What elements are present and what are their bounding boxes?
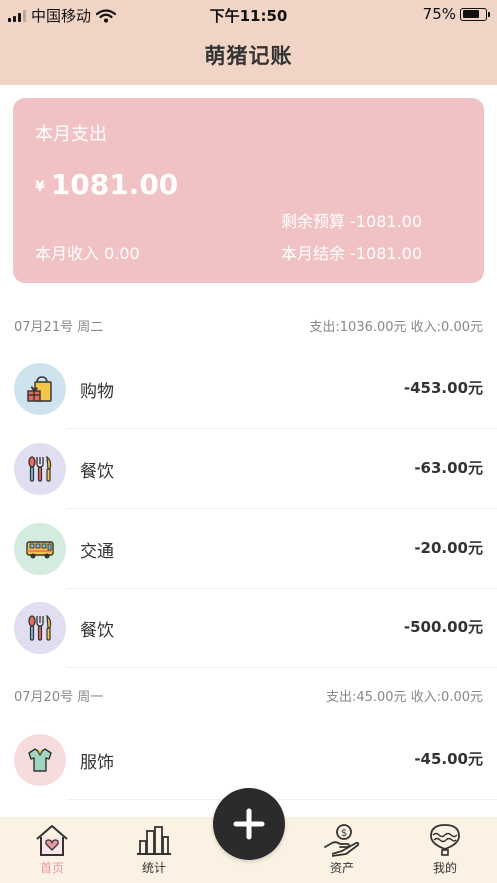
balloon-icon (430, 824, 460, 856)
battery-icon (460, 7, 490, 21)
monthly-income: 本月收入 0.00 (35, 244, 140, 263)
divider (66, 799, 497, 800)
tab-assets[interactable]: $ 资产 (302, 823, 382, 876)
currency-symbol: ¥ (35, 179, 45, 195)
chart-bars-icon (137, 826, 171, 855)
list-item[interactable]: 交通 -20.00元 (0, 509, 497, 589)
svg-text:$: $ (341, 828, 347, 839)
page-title: 萌猪记账 (204, 44, 293, 68)
home-icon (36, 825, 68, 856)
monthly-expense-amount: ¥1081.00 (35, 168, 178, 201)
day-date: 07月21号 周二 (14, 320, 104, 335)
tab-assets-label: 资产 (329, 861, 354, 875)
plus-icon (233, 808, 265, 840)
divider (66, 667, 497, 668)
day-date: 07月20号 周一 (14, 690, 104, 705)
remaining-budget: 剩余预算 -1081.00 (280, 212, 422, 231)
day-header: 07月21号 周二 支出:1036.00元 收入:0.00元 (0, 314, 497, 335)
utensils-icon (14, 443, 66, 495)
category-label: 餐饮 (80, 621, 114, 641)
add-record-button[interactable] (213, 788, 285, 860)
money-hand-icon: $ (324, 824, 360, 857)
expense-value: 1081.00 (50, 168, 179, 201)
shopping-bag-icon (14, 363, 66, 415)
category-label: 购物 (80, 382, 114, 402)
amount-label: -63.00元 (414, 459, 483, 477)
day-totals: 支出:1036.00元 收入:0.00元 (309, 320, 483, 335)
top-bar: 中国移动 下午11:50 75% 萌猪记账 (0, 0, 497, 85)
tab-home-label: 首页 (39, 861, 64, 875)
tab-home[interactable]: 首页 (12, 823, 92, 876)
amount-label: -500.00元 (403, 618, 483, 636)
status-right: 75% (422, 5, 490, 23)
list-item[interactable]: 餐饮 -500.00元 (0, 588, 497, 668)
category-label: 餐饮 (80, 462, 114, 482)
status-bar: 中国移动 下午11:50 75% (0, 0, 497, 28)
tab-stats-label: 统计 (141, 861, 166, 875)
category-label: 服饰 (80, 753, 114, 773)
category-label: 交通 (80, 542, 114, 562)
list-item[interactable]: 餐饮 -63.00元 (0, 429, 497, 509)
day-header: 07月20号 周一 支出:45.00元 收入:0.00元 (0, 684, 497, 705)
monthly-expense-label: 本月支出 (35, 124, 107, 145)
tab-mine-label: 我的 (432, 861, 457, 875)
amount-label: -45.00元 (414, 750, 483, 768)
utensils-icon (14, 602, 66, 654)
shirt-icon (14, 734, 66, 786)
monthly-balance: 本月结余 -1081.00 (280, 244, 422, 263)
amount-label: -453.00元 (403, 379, 483, 397)
list-item[interactable]: 购物 -453.00元 (0, 349, 497, 429)
day-totals: 支出:45.00元 收入:0.00元 (325, 690, 483, 705)
bus-icon (14, 523, 66, 575)
battery-percent: 75% (422, 5, 456, 23)
amount-label: -20.00元 (414, 539, 483, 557)
monthly-summary-card[interactable]: 本月支出 ¥1081.00 剩余预算 -1081.00 本月收入 0.00 本月… (13, 98, 484, 283)
tab-mine[interactable]: 我的 (405, 823, 485, 876)
tab-stats[interactable]: 统计 (114, 823, 194, 876)
